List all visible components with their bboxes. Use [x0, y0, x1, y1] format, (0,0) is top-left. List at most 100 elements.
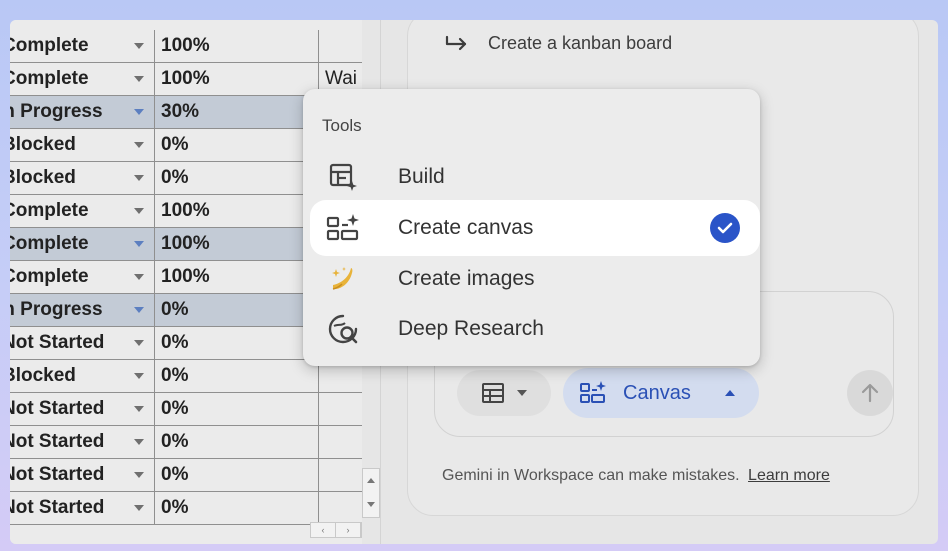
- insert-table-button[interactable]: [457, 370, 551, 416]
- note-cell[interactable]: [319, 492, 362, 524]
- status-cell[interactable]: Complete: [10, 261, 155, 293]
- menu-item-label: Create images: [398, 267, 535, 290]
- canvas-icon: [580, 381, 606, 403]
- scroll-up-icon[interactable]: [367, 478, 375, 483]
- table-row[interactable]: Not Started 0%: [10, 492, 362, 525]
- status-cell[interactable]: Not Started: [10, 393, 155, 425]
- scroll-left-icon[interactable]: ‹: [311, 523, 336, 537]
- percent-cell[interactable]: 0%: [155, 360, 319, 392]
- note-cell[interactable]: [319, 459, 362, 491]
- status-text: Blocked: [10, 365, 76, 386]
- note-cell[interactable]: [319, 30, 362, 62]
- menu-item-deep-research[interactable]: Deep Research: [303, 303, 760, 355]
- dropdown-arrow-icon[interactable]: [134, 274, 144, 280]
- horizontal-scrollbar[interactable]: ‹ ›: [310, 522, 362, 538]
- app-window: Complete 100% Complete 100% Wai In Progr…: [10, 20, 938, 544]
- menu-item-label: Deep Research: [398, 317, 544, 340]
- note-cell[interactable]: [319, 393, 362, 425]
- scroll-right-icon[interactable]: ›: [336, 523, 361, 537]
- status-cell[interactable]: Blocked: [10, 360, 155, 392]
- status-text: Not Started: [10, 497, 105, 518]
- dropdown-arrow-icon[interactable]: [134, 340, 144, 346]
- send-button[interactable]: [847, 370, 893, 416]
- dropdown-arrow-icon[interactable]: [134, 406, 144, 412]
- status-text: Complete: [10, 35, 89, 56]
- menu-item-label: Create canvas: [398, 216, 534, 239]
- status-text: Not Started: [10, 464, 105, 485]
- build-icon: [323, 160, 363, 194]
- scroll-down-icon[interactable]: [367, 502, 375, 507]
- status-cell[interactable]: In Progress: [10, 294, 155, 326]
- status-text: Complete: [10, 200, 89, 221]
- disclaimer-text: Gemini in Workspace can make mistakes.: [442, 467, 740, 484]
- table-row[interactable]: Complete 100%: [10, 30, 362, 63]
- status-cell[interactable]: Blocked: [10, 162, 155, 194]
- canvas-tool-chip[interactable]: Canvas: [563, 368, 759, 418]
- percent-cell[interactable]: 100%: [155, 63, 319, 95]
- percent-cell[interactable]: 100%: [155, 30, 319, 62]
- status-cell[interactable]: Complete: [10, 63, 155, 95]
- tools-menu-title: Tools: [322, 116, 362, 135]
- percent-cell[interactable]: 0%: [155, 426, 319, 458]
- status-cell[interactable]: Not Started: [10, 492, 155, 524]
- percent-cell[interactable]: 0%: [155, 393, 319, 425]
- menu-item-create-images[interactable]: Create images: [303, 253, 760, 305]
- table-row[interactable]: Not Started 0%: [10, 459, 362, 492]
- status-text: In Progress: [10, 299, 103, 320]
- vertical-scrollbar[interactable]: [362, 468, 380, 518]
- status-text: Complete: [10, 266, 89, 287]
- dropdown-arrow-icon[interactable]: [134, 142, 144, 148]
- learn-more-link[interactable]: Learn more: [748, 467, 830, 484]
- chevron-up-icon: [724, 390, 735, 396]
- status-cell[interactable]: In Progress: [10, 96, 155, 128]
- chevron-down-icon: [517, 390, 527, 396]
- note-cell[interactable]: [319, 426, 362, 458]
- menu-item-build[interactable]: Build: [303, 151, 760, 203]
- canvas-chip-label: Canvas: [623, 381, 691, 404]
- status-cell[interactable]: Complete: [10, 228, 155, 260]
- banana-icon: [323, 262, 363, 296]
- status-cell[interactable]: Complete: [10, 195, 155, 227]
- status-cell[interactable]: Complete: [10, 30, 155, 62]
- dropdown-arrow-icon[interactable]: [134, 175, 144, 181]
- percent-cell[interactable]: 30%: [155, 96, 319, 128]
- dropdown-arrow-icon[interactable]: [134, 241, 144, 247]
- percent-cell[interactable]: 100%: [155, 228, 319, 260]
- dropdown-arrow-icon[interactable]: [134, 373, 144, 379]
- status-text: Complete: [10, 233, 89, 254]
- tools-menu: Tools Build Create canvas Create images …: [303, 89, 760, 366]
- status-cell[interactable]: Blocked: [10, 129, 155, 161]
- percent-cell[interactable]: 0%: [155, 459, 319, 491]
- dropdown-arrow-icon[interactable]: [134, 439, 144, 445]
- suggestion-label: Create a kanban board: [488, 33, 673, 53]
- menu-item-create-canvas[interactable]: Create canvas: [310, 200, 760, 256]
- table-row[interactable]: Not Started 0%: [10, 393, 362, 426]
- status-text: Blocked: [10, 134, 76, 155]
- status-text: Blocked: [10, 167, 76, 188]
- percent-cell[interactable]: 100%: [155, 261, 319, 293]
- percent-cell[interactable]: 0%: [155, 492, 319, 524]
- canvas-icon: [323, 211, 363, 245]
- dropdown-arrow-icon[interactable]: [134, 43, 144, 49]
- dropdown-arrow-icon[interactable]: [134, 307, 144, 313]
- suggestion-chip[interactable]: Create a kanban board: [444, 33, 672, 54]
- dropdown-arrow-icon[interactable]: [134, 109, 144, 115]
- dropdown-arrow-icon[interactable]: [134, 472, 144, 478]
- status-cell[interactable]: Not Started: [10, 426, 155, 458]
- status-text: Complete: [10, 68, 89, 89]
- dropdown-arrow-icon[interactable]: [134, 76, 144, 82]
- deep-research-icon: [323, 312, 363, 346]
- table-row[interactable]: Not Started 0%: [10, 426, 362, 459]
- percent-cell[interactable]: 100%: [155, 195, 319, 227]
- status-cell[interactable]: Not Started: [10, 459, 155, 491]
- percent-cell[interactable]: 0%: [155, 129, 319, 161]
- percent-cell[interactable]: 0%: [155, 327, 319, 359]
- percent-cell[interactable]: 0%: [155, 162, 319, 194]
- status-text: Not Started: [10, 398, 105, 419]
- status-cell[interactable]: Not Started: [10, 327, 155, 359]
- reply-arrow-icon: [445, 35, 467, 50]
- arrow-up-icon: [861, 383, 879, 403]
- dropdown-arrow-icon[interactable]: [134, 505, 144, 511]
- percent-cell[interactable]: 0%: [155, 294, 319, 326]
- dropdown-arrow-icon[interactable]: [134, 208, 144, 214]
